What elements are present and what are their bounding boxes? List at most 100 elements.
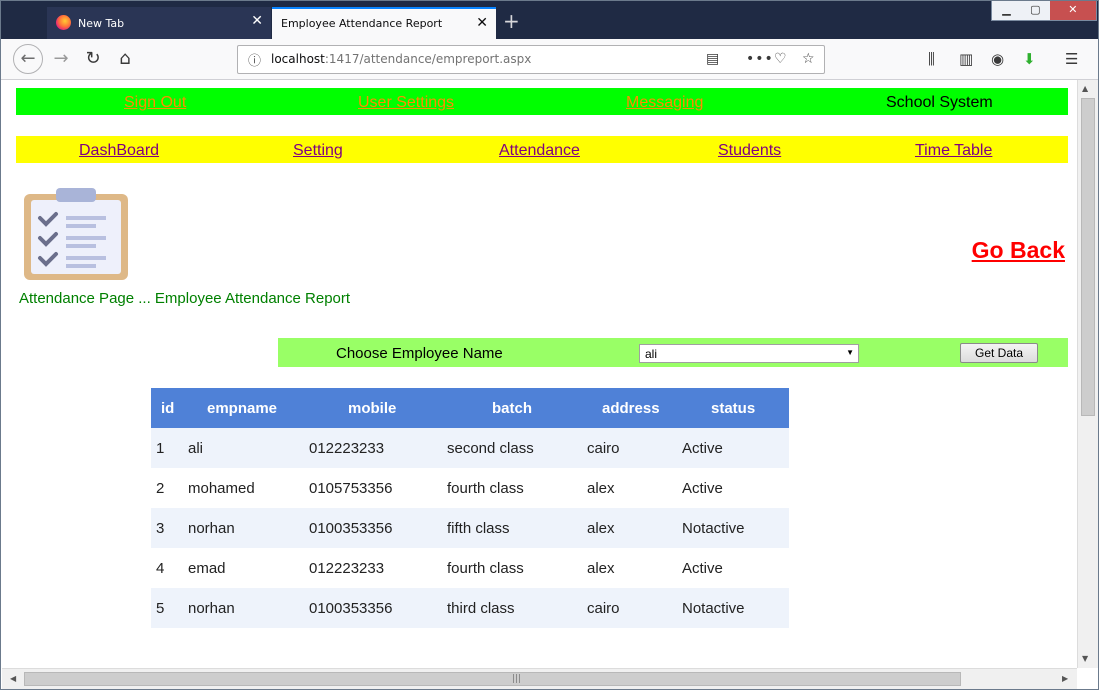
cell-batch: third class <box>447 588 587 628</box>
library-icon[interactable]: ⫼ <box>928 50 935 68</box>
maximize-button[interactable]: ▢ <box>1021 1 1050 20</box>
table-row: 5 norhan 0100353356 third class cairo No… <box>151 588 789 628</box>
grip-icon: ||| <box>512 674 522 684</box>
cell-mobile: 012223233 <box>309 548 447 588</box>
sign-out-link[interactable]: Sign Out <box>124 94 186 112</box>
browser-window: New Tab ✕ Employee Attendance Report ✕ +… <box>0 0 1099 690</box>
info-icon[interactable]: ⓘ <box>248 50 261 69</box>
cell-empname: mohamed <box>188 468 309 508</box>
forward-arrow-icon[interactable]: → <box>49 48 73 72</box>
cell-status: Active <box>682 428 789 468</box>
column-header-empname[interactable]: empname <box>188 388 309 428</box>
horizontal-scroll-thumb[interactable]: ||| <box>24 672 961 686</box>
tab-bar: New Tab ✕ Employee Attendance Report ✕ + <box>1 1 1098 39</box>
cell-address: alex <box>587 468 682 508</box>
sidebar-icon[interactable]: ▥ <box>959 50 973 68</box>
attendance-report-table: id empname mobile batch address status 1… <box>151 388 789 628</box>
cell-status: Active <box>682 468 789 508</box>
tab-label: New Tab <box>78 17 125 30</box>
cell-status: Notactive <box>682 588 789 628</box>
cell-mobile: 0100353356 <box>309 588 447 628</box>
page-content: Sign Out User Settings Messaging School … <box>2 80 1077 668</box>
table-header-row: id empname mobile batch address status <box>151 388 789 428</box>
cell-empname: emad <box>188 548 309 588</box>
address-bar[interactable]: ⓘ localhost:1417/attendance/empreport.as… <box>237 45 825 74</box>
cell-mobile: 0100353356 <box>309 508 447 548</box>
column-header-mobile[interactable]: mobile <box>309 388 447 428</box>
pocket-icon[interactable]: ♡ <box>774 51 787 67</box>
cell-batch: fourth class <box>447 548 587 588</box>
new-tab-button[interactable]: + <box>503 9 520 33</box>
home-icon[interactable]: ⌂ <box>113 48 137 72</box>
page-caption: Attendance Page ... Employee Attendance … <box>19 290 351 307</box>
cell-status: Notactive <box>682 508 789 548</box>
chevron-down-icon: ▼ <box>846 348 854 357</box>
cell-id: 3 <box>151 508 188 548</box>
account-icon[interactable]: ◉ <box>991 50 1004 68</box>
url-text: localhost:1417/attendance/empreport.aspx <box>271 52 531 66</box>
cell-mobile: 012223233 <box>309 428 447 468</box>
menu-item-dashboard[interactable]: DashBoard <box>79 142 159 160</box>
table-row: 2 mohamed 0105753356 fourth class alex A… <box>151 468 789 508</box>
cell-id: 1 <box>151 428 188 468</box>
get-data-button[interactable]: Get Data <box>960 343 1038 363</box>
cell-status: Active <box>682 548 789 588</box>
brand-label: School System <box>886 94 993 111</box>
cell-address: alex <box>587 548 682 588</box>
column-header-id[interactable]: id <box>151 388 188 428</box>
user-settings-link[interactable]: User Settings <box>358 94 454 112</box>
cell-address: alex <box>587 508 682 548</box>
table-row: 4 emad 012223233 fourth class alex Activ… <box>151 548 789 588</box>
vertical-scroll-thumb[interactable] <box>1081 98 1095 416</box>
more-icon[interactable]: ••• <box>746 51 774 67</box>
reload-icon[interactable]: ↻ <box>81 48 105 72</box>
bookmark-star-icon[interactable]: ☆ <box>802 51 815 67</box>
column-header-address[interactable]: address <box>587 388 682 428</box>
menu-item-students[interactable]: Students <box>718 142 781 160</box>
table-row: 3 norhan 0100353356 fifth class alex Not… <box>151 508 789 548</box>
cell-batch: second class <box>447 428 587 468</box>
horizontal-scrollbar[interactable]: ◀ ||| ▶ <box>2 668 1077 689</box>
scroll-right-icon[interactable]: ▶ <box>1062 674 1068 683</box>
top-bar: Sign Out User Settings Messaging School … <box>16 88 1068 115</box>
clipboard-checklist-icon <box>24 188 128 280</box>
table-row: 1 ali 012223233 second class cairo Activ… <box>151 428 789 468</box>
menu-item-attendance[interactable]: Attendance <box>499 142 580 160</box>
tab-new-tab[interactable]: New Tab ✕ <box>47 7 271 39</box>
download-icon[interactable]: ⬇ <box>1023 50 1036 68</box>
back-arrow-icon[interactable]: ← <box>13 44 43 74</box>
cell-empname: norhan <box>188 588 309 628</box>
scroll-left-icon[interactable]: ◀ <box>10 674 16 683</box>
cell-empname: ali <box>188 428 309 468</box>
vertical-scrollbar[interactable]: ▲ ▼ <box>1077 80 1098 668</box>
minimize-button[interactable]: ▁ <box>992 1 1021 20</box>
url-host: localhost <box>271 52 325 66</box>
cell-id: 4 <box>151 548 188 588</box>
employee-name-select[interactable]: ali ▼ <box>639 344 859 363</box>
close-tab-icon[interactable]: ✕ <box>251 13 263 29</box>
employee-filter-bar: Choose Employee Name ali ▼ Get Data <box>278 338 1068 367</box>
tab-employee-attendance-report[interactable]: Employee Attendance Report ✕ <box>272 7 496 39</box>
reader-view-icon[interactable]: ▤ <box>706 51 719 67</box>
tab-label: Employee Attendance Report <box>281 17 443 30</box>
navigation-toolbar: ← → ↻ ⌂ ⓘ localhost:1417/attendance/empr… <box>1 39 1098 80</box>
choose-employee-label: Choose Employee Name <box>336 345 503 362</box>
menu-item-setting[interactable]: Setting <box>293 142 343 160</box>
cell-batch: fourth class <box>447 468 587 508</box>
main-menu: DashBoard Setting Attendance Students Ti… <box>16 136 1068 163</box>
scroll-down-icon[interactable]: ▼ <box>1082 654 1088 663</box>
scroll-up-icon[interactable]: ▲ <box>1082 84 1088 93</box>
cell-id: 5 <box>151 588 188 628</box>
menu-icon[interactable]: ☰ <box>1065 50 1078 68</box>
close-window-button[interactable]: ✕ <box>1049 1 1096 20</box>
url-path: :1417/attendance/empreport.aspx <box>324 52 532 66</box>
go-back-link[interactable]: Go Back <box>972 237 1065 264</box>
menu-item-time-table[interactable]: Time Table <box>915 142 992 160</box>
cell-id: 2 <box>151 468 188 508</box>
close-tab-icon[interactable]: ✕ <box>476 15 488 31</box>
firefox-icon <box>56 15 71 30</box>
cell-empname: norhan <box>188 508 309 548</box>
column-header-batch[interactable]: batch <box>447 388 587 428</box>
column-header-status[interactable]: status <box>682 388 789 428</box>
messaging-link[interactable]: Messaging <box>626 94 703 112</box>
